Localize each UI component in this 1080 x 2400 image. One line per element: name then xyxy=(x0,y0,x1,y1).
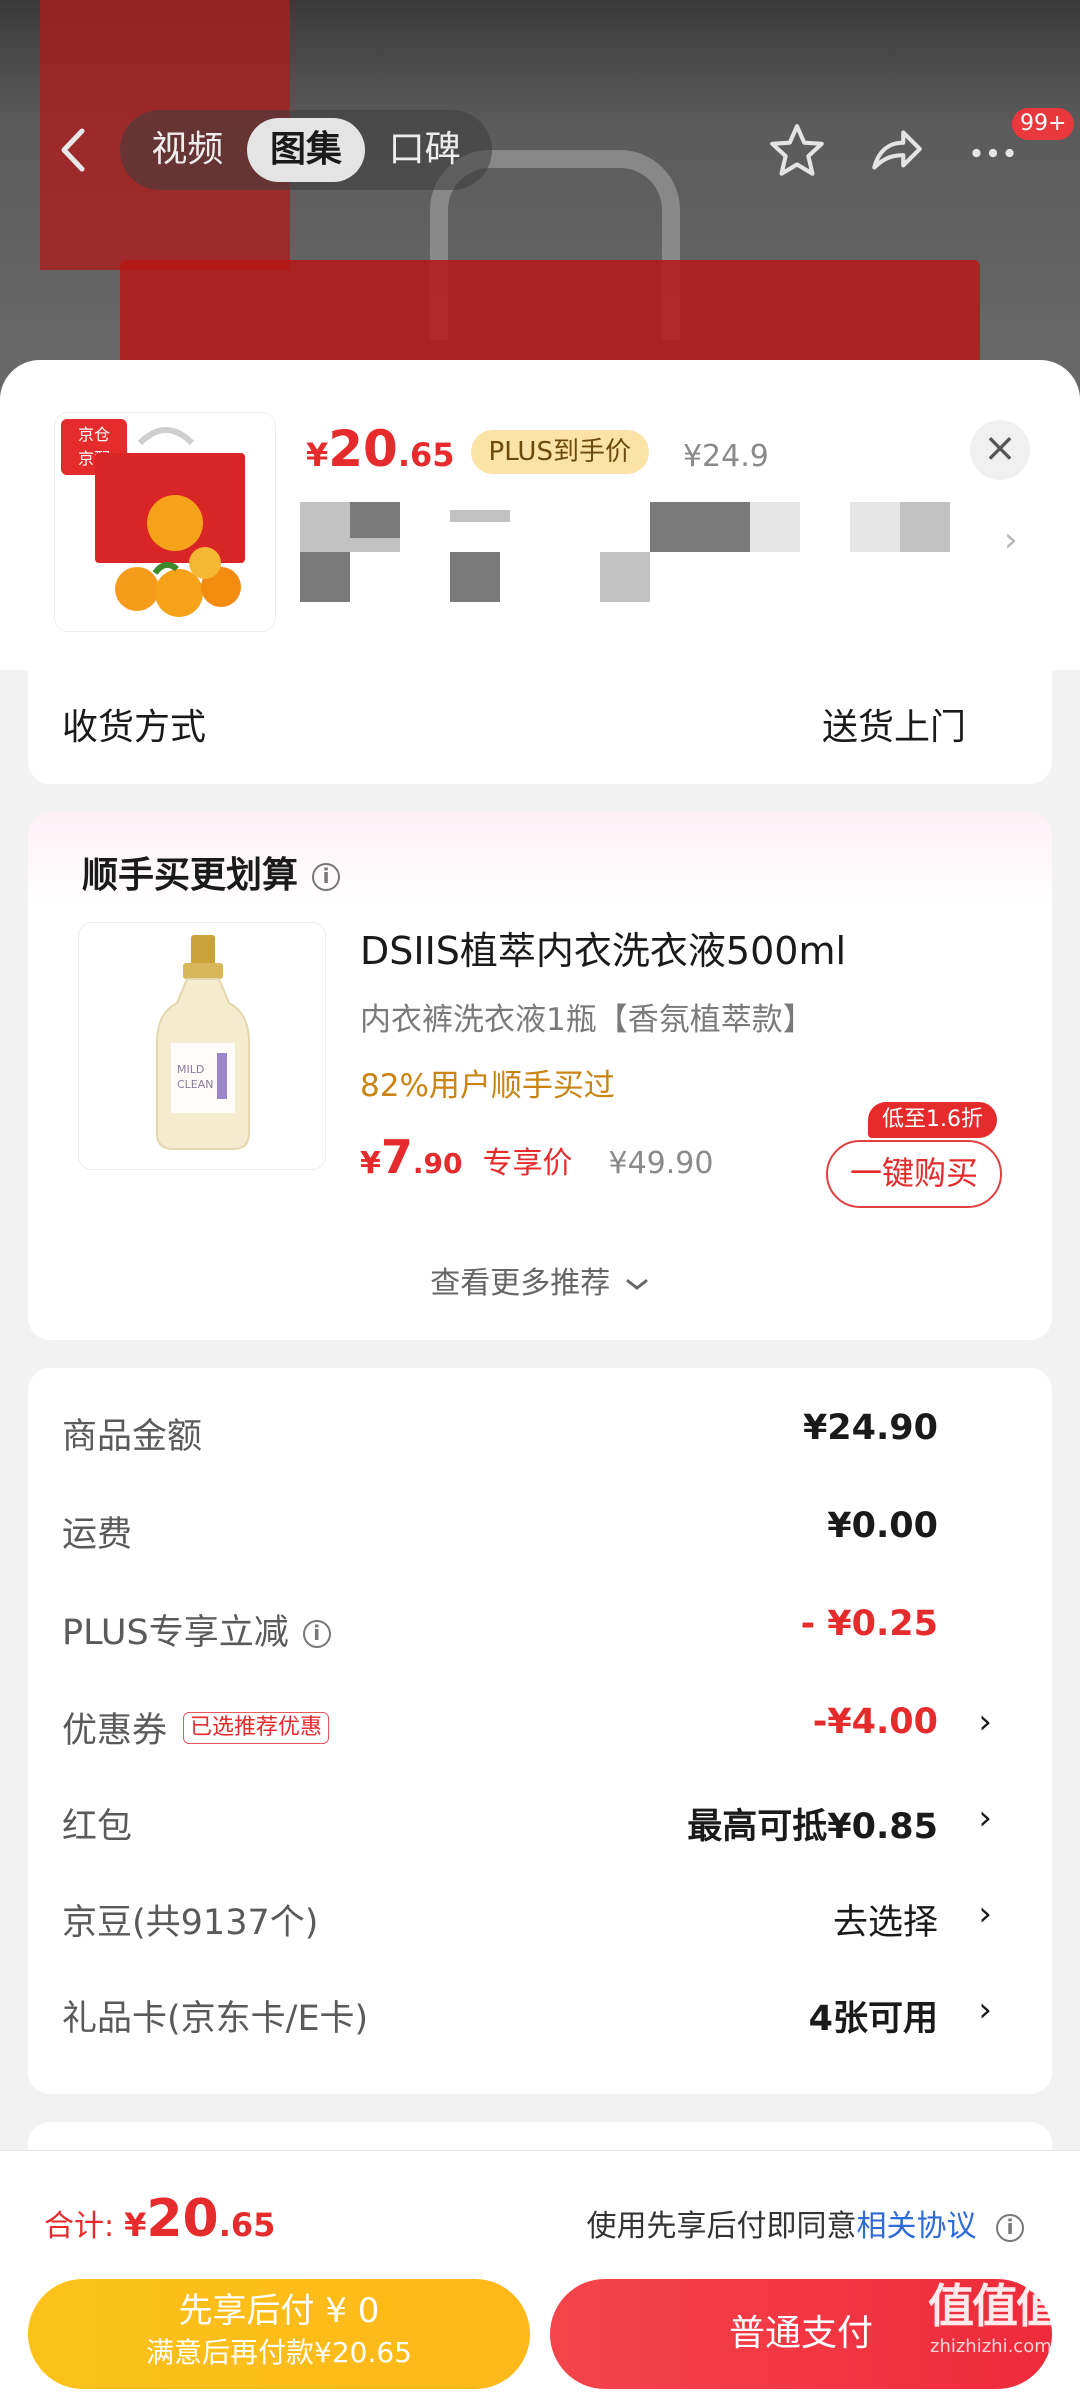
summary-row-plus-discount: PLUS专享立减 i - ¥0.25 xyxy=(62,1604,1018,1664)
price-summary-card: 商品金额 ¥24.90 运费 ¥0.00 PLUS专享立减 i - ¥0.25 优… xyxy=(28,1368,1052,2094)
recommend-price: ¥7.90 xyxy=(360,1130,463,1184)
chevron-down-icon xyxy=(626,1279,648,1290)
shipping-label: 收货方式 xyxy=(62,707,207,748)
plus-discount-label: PLUS专享立减 i xyxy=(62,1604,331,1655)
summary-row-coupon[interactable]: 优惠券 已选推荐优惠 -¥4.00 › xyxy=(62,1702,1018,1762)
product-gallery-background: 视频 图集 口碑 99+ xyxy=(0,0,1080,420)
total-integer: 20 xyxy=(146,2189,219,2249)
total-label: 合计: xyxy=(44,2209,115,2244)
svg-text:CLEAN: CLEAN xyxy=(177,1078,214,1091)
recommend-popularity: 82%用户顺手买过 xyxy=(360,1068,615,1104)
recommend-price-integer: 7 xyxy=(380,1130,413,1184)
gift-card-label: 礼品卡(京东卡/E卡) xyxy=(62,1999,369,2039)
summary-row-jd-beans[interactable]: 京豆(共9137个) 去选择 › xyxy=(62,1894,1018,1954)
recommend-old-price: ¥49.90 xyxy=(608,1146,714,1181)
info-icon[interactable]: i xyxy=(302,1620,331,1648)
original-price: ¥24.9 xyxy=(682,439,769,474)
agreement-link[interactable]: 相关协议 xyxy=(856,2209,976,2244)
total-decimal: .65 xyxy=(218,2206,276,2244)
star-icon[interactable] xyxy=(766,120,828,182)
shipping-fee-value: ¥0.00 xyxy=(827,1506,938,1546)
plus-discount-value: - ¥0.25 xyxy=(800,1604,938,1644)
gift-card-value: 4张可用 xyxy=(808,1999,938,2039)
chevron-right-icon: › xyxy=(978,1894,992,1934)
jd-beans-label: 京豆(共9137个) xyxy=(62,1903,319,1943)
red-packet-value: 最高可抵¥0.85 xyxy=(687,1807,938,1847)
tab-reviews[interactable]: 口碑 xyxy=(365,118,484,182)
watermark-site: zhizhizhi.com xyxy=(930,2336,1052,2357)
watermark-logo: 值值值 xyxy=(928,2279,1062,2333)
chevron-right-icon: › xyxy=(978,1702,992,1742)
pay-later-title: 先享后付 ¥ 0 xyxy=(178,2291,380,2331)
shipping-value: 送货上门 xyxy=(821,707,966,748)
checkout-sheet: 京仓 京配 ¥20.65 PLUS到手价 ¥24.9 × › 收货方式 送货上门… xyxy=(0,360,1080,2400)
price-row: ¥20.65 PLUS到手价 ¥24.9 xyxy=(306,420,769,490)
info-icon[interactable]: i xyxy=(996,2213,1024,2242)
close-button[interactable]: × xyxy=(970,420,1030,480)
coupon-selected-tag: 已选推荐优惠 xyxy=(183,1712,330,1744)
order-total: 合计: ¥20.65 xyxy=(44,2189,275,2249)
one-click-buy-button[interactable]: 一键购买 xyxy=(826,1140,1002,1208)
coupon-label-text: 优惠券 xyxy=(62,1711,168,1751)
summary-row-gift-card[interactable]: 礼品卡(京东卡/E卡) 4张可用 › xyxy=(62,1990,1018,2050)
recommend-product-spec: 内衣裤洗衣液1瓶【香氛植萃款】 xyxy=(360,1002,814,1038)
summary-row-goods: 商品金额 ¥24.90 xyxy=(62,1408,1018,1468)
shipping-method-row[interactable]: 收货方式 送货上门 xyxy=(28,668,1052,784)
more-recommendations-text: 查看更多推荐 xyxy=(430,1266,611,1301)
jd-beans-value: 去选择 xyxy=(832,1903,938,1943)
agreement-text: 使用先享后付即同意 xyxy=(586,2209,857,2244)
gallery-nav: 视频 图集 口碑 99+ xyxy=(0,100,1080,200)
shipping-fee-label: 运费 xyxy=(62,1515,133,1555)
back-arrow-icon[interactable] xyxy=(50,125,100,175)
plus-discount-label-text: PLUS专享立减 xyxy=(62,1613,289,1653)
orange-box-image xyxy=(95,427,245,617)
chevron-right-icon[interactable]: › xyxy=(1004,520,1018,560)
recommend-card: 顺手买更划算 i MILD CLEAN DSIIS植萃内衣洗衣液500ml 内衣裤… xyxy=(28,812,1052,1340)
recommend-price-decimal: .90 xyxy=(412,1147,463,1180)
recommend-title-text: 顺手买更划算 xyxy=(82,855,299,896)
goods-amount-value: ¥24.90 xyxy=(802,1408,938,1448)
chevron-right-icon: › xyxy=(978,1990,992,2030)
price-decimal: .65 xyxy=(397,436,455,474)
product-header: 京仓 京配 ¥20.65 PLUS到手价 ¥24.9 × › xyxy=(0,360,1080,670)
summary-row-shipping-fee: 运费 ¥0.00 xyxy=(62,1506,1018,1566)
share-icon[interactable] xyxy=(864,120,926,182)
more-recommendations-link[interactable]: 查看更多推荐 xyxy=(28,1258,1052,1302)
recommend-price-row: ¥7.90 专享价 ¥49.90 xyxy=(360,1130,713,1184)
checkout-bottom-bar: 合计: ¥20.65 使用先享后付即同意相关协议 i 先享后付 ¥ 0 满意后再… xyxy=(0,2150,1080,2400)
recommend-product-name[interactable]: DSIIS植萃内衣洗衣液500ml xyxy=(360,920,846,975)
chevron-right-icon: › xyxy=(978,1798,992,1838)
tab-video[interactable]: 视频 xyxy=(128,118,247,182)
coupon-label: 优惠券 已选推荐优惠 xyxy=(62,1702,330,1753)
current-price: ¥20.65 xyxy=(306,420,455,478)
price-symbol: ¥ xyxy=(306,436,329,474)
pay-later-button[interactable]: 先享后付 ¥ 0 满意后再付款¥20.65 xyxy=(28,2279,530,2389)
detergent-bottle-image: MILD CLEAN xyxy=(156,935,250,1150)
product-thumbnail[interactable]: 京仓 京配 xyxy=(54,412,276,632)
recommend-title: 顺手买更划算 i xyxy=(82,846,341,898)
total-symbol: ¥ xyxy=(124,2206,147,2244)
cart-count-badge: 99+ xyxy=(1012,108,1075,140)
price-integer: 20 xyxy=(328,420,398,478)
red-packet-label: 红包 xyxy=(62,1807,133,1847)
agreement-notice: 使用先享后付即同意相关协议 i xyxy=(586,2201,1024,2245)
summary-row-red-packet[interactable]: 红包 最高可抵¥0.85 › xyxy=(62,1798,1018,1858)
pay-later-subtitle: 满意后再付款¥20.65 xyxy=(146,2336,412,2369)
goods-amount-label: 商品金额 xyxy=(62,1417,203,1457)
recommend-product-image[interactable]: MILD CLEAN xyxy=(78,922,326,1170)
info-icon[interactable]: i xyxy=(312,863,341,891)
tab-gallery[interactable]: 图集 xyxy=(246,118,366,182)
recommend-price-symbol: ¥ xyxy=(360,1146,381,1181)
discount-badge: 低至1.6折 xyxy=(868,1102,997,1138)
exclusive-price-label: 专享价 xyxy=(482,1146,573,1181)
svg-text:MILD: MILD xyxy=(177,1063,204,1076)
plus-price-tag: PLUS到手价 xyxy=(470,430,649,474)
media-tab-switch: 视频 图集 口碑 xyxy=(120,110,492,190)
coupon-value: -¥4.00 xyxy=(812,1702,938,1742)
